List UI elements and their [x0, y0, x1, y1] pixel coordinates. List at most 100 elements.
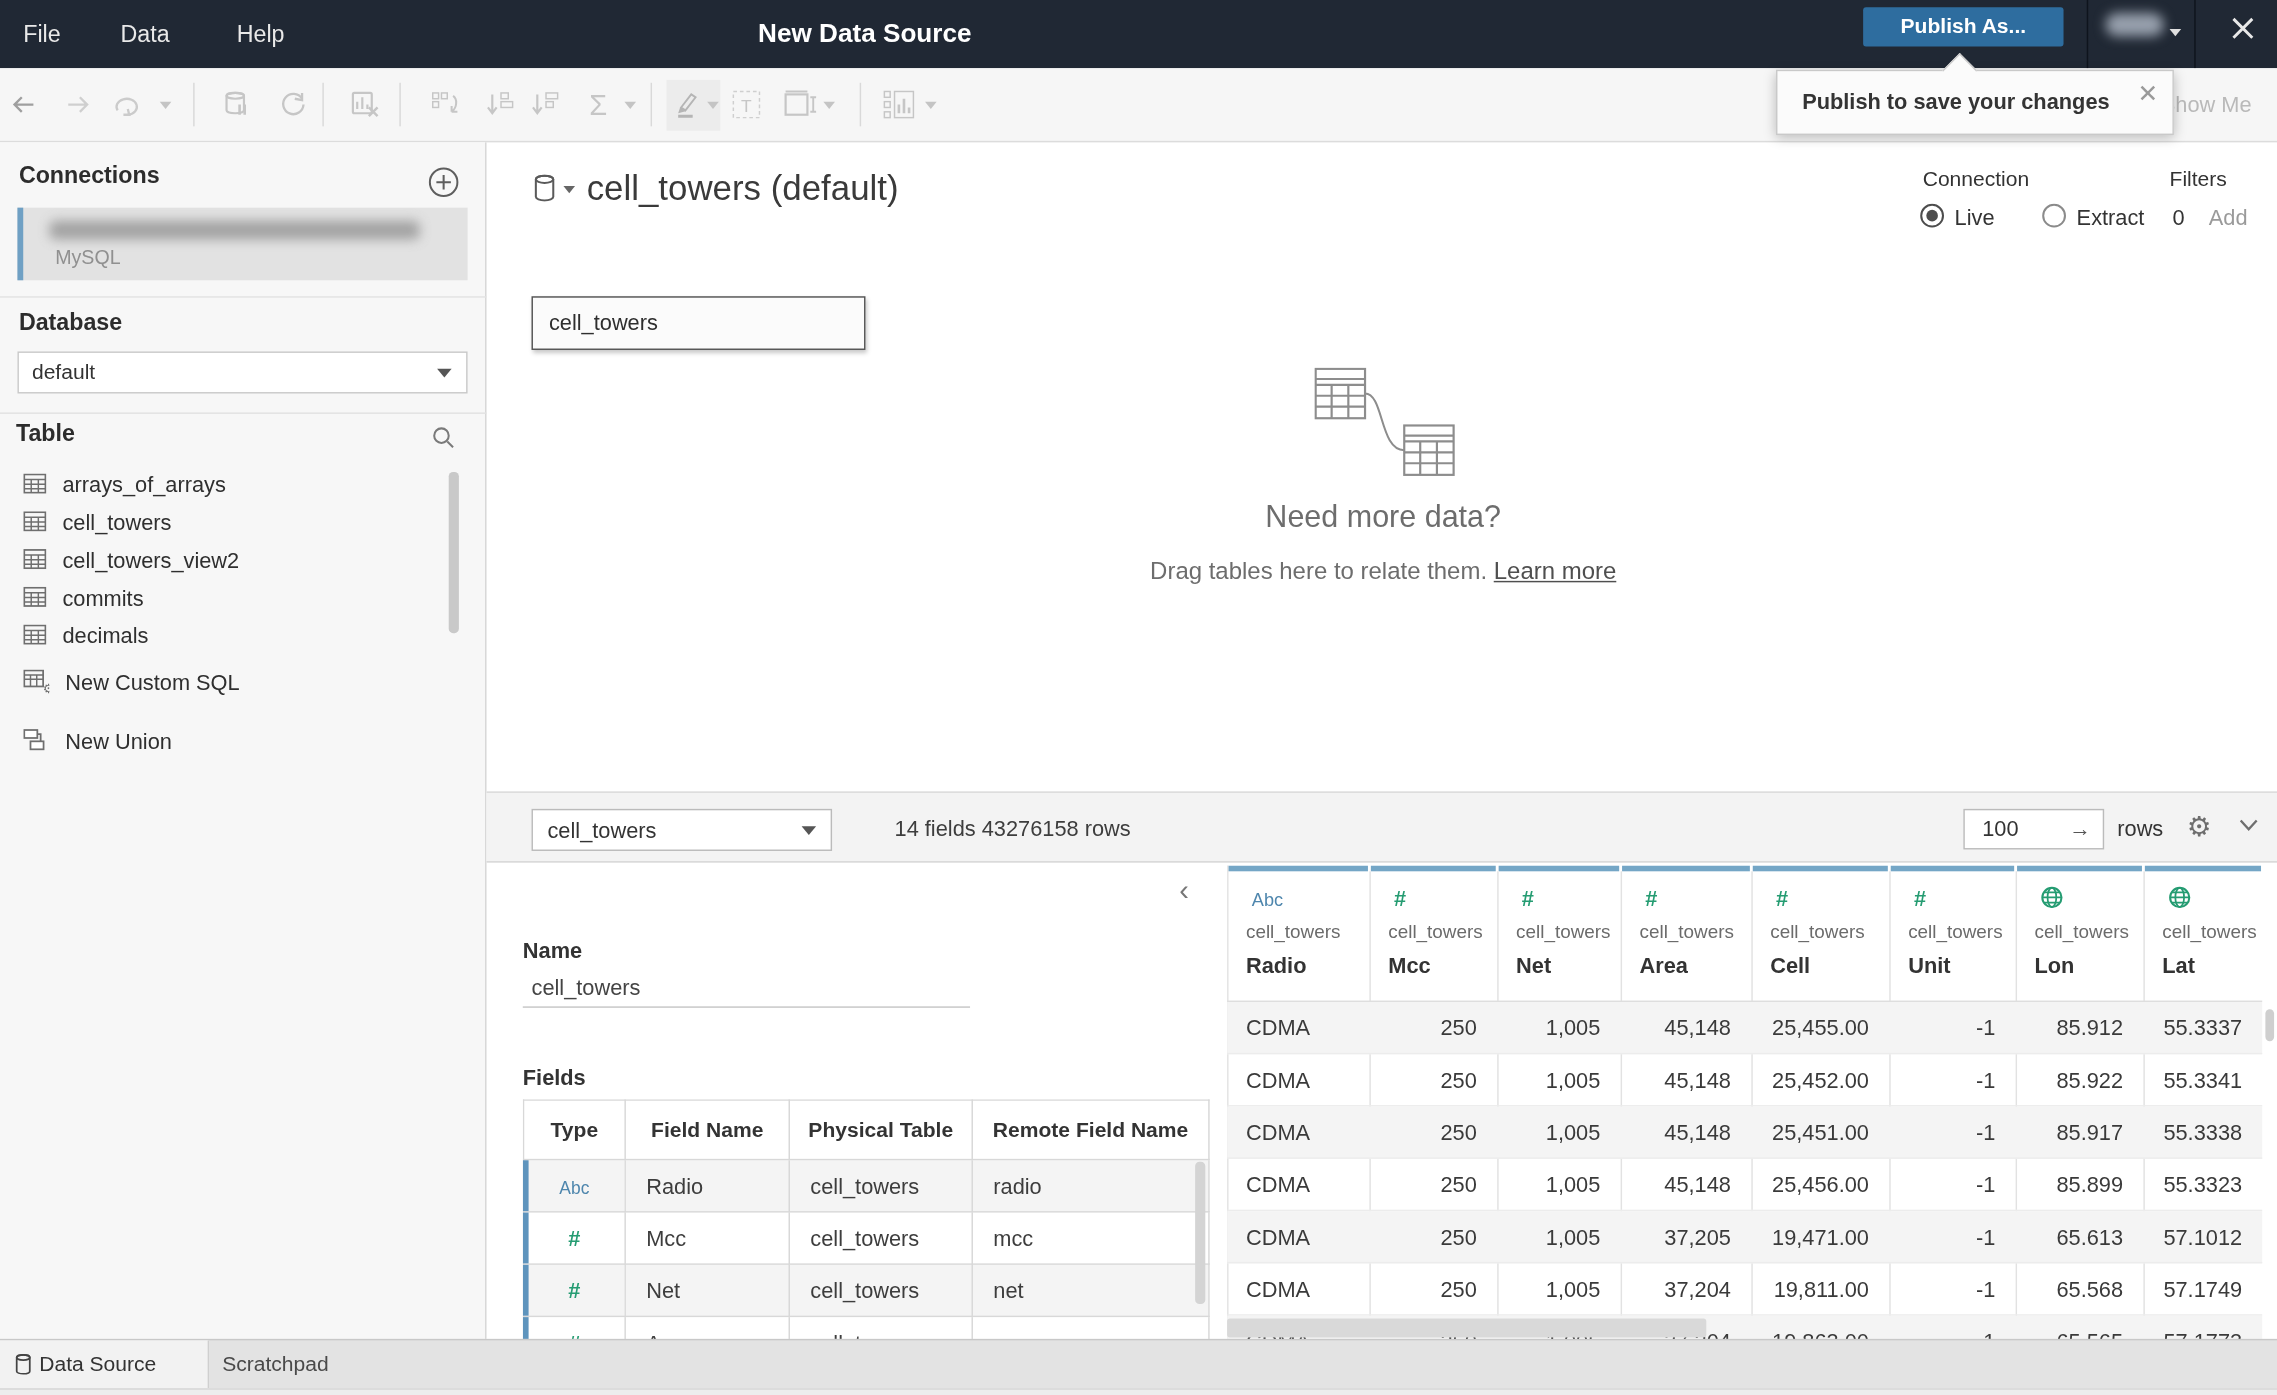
- highlight-caret-icon[interactable]: [706, 68, 721, 141]
- tab-data-source[interactable]: Data Source: [0, 1340, 209, 1388]
- table-label: decimals: [62, 622, 148, 647]
- live-label[interactable]: Live: [1955, 205, 1995, 230]
- sidebar-table-commits[interactable]: commits: [23, 578, 459, 616]
- svg-text:T: T: [741, 96, 752, 116]
- grid-vertical-scrollbar[interactable]: [2265, 1009, 2274, 1041]
- redo-icon[interactable]: [61, 68, 93, 141]
- grid-cell: 45,148: [1621, 1054, 1731, 1105]
- replay-icon[interactable]: [110, 68, 145, 141]
- live-radio[interactable]: [1920, 203, 1945, 228]
- datasource-title[interactable]: cell_towers (default): [587, 168, 899, 209]
- sidebar-action-new-custom-sql[interactable]: ⚙New Custom SQL: [23, 662, 459, 700]
- extract-radio[interactable]: [2042, 203, 2067, 228]
- totals-icon[interactable]: Σ: [584, 68, 613, 141]
- grid-horizontal-scrollbar[interactable]: [1227, 1319, 1706, 1338]
- user-account-menu[interactable]: [2106, 13, 2164, 36]
- toolbar-separator-5: [860, 83, 861, 127]
- text-label-icon[interactable]: T: [729, 68, 764, 141]
- grid-cell: 1,005: [1497, 1107, 1600, 1158]
- fields-row-Mcc[interactable]: # Mcc cell_towers mcc: [524, 1212, 1209, 1264]
- grid-cell: 1,005: [1497, 1002, 1600, 1053]
- tooltip-close-icon[interactable]: ✕: [2138, 78, 2159, 108]
- show-me-caret-icon[interactable]: [924, 68, 939, 141]
- column-type-icon-number[interactable]: #: [1645, 886, 1657, 912]
- empty-state-subtitle: Drag tables here to relate them. Learn m…: [886, 558, 1881, 586]
- connections-header: Connections: [19, 163, 160, 189]
- rows-input[interactable]: 100 →: [1963, 809, 2104, 850]
- database-select[interactable]: default: [17, 351, 467, 393]
- datasource-caret-icon[interactable]: [563, 186, 575, 193]
- menu-file[interactable]: File: [23, 0, 60, 68]
- window-title: New Data Source: [758, 0, 972, 68]
- rows-go-icon[interactable]: →: [2069, 810, 2091, 848]
- fields-row-Area[interactable]: # Area cell_towers area: [524, 1316, 1209, 1339]
- menu-help[interactable]: Help: [237, 0, 285, 68]
- column-type-icon-number[interactable]: #: [1914, 886, 1926, 912]
- replay-caret-icon[interactable]: [157, 68, 174, 141]
- title-bar: File Data Help New Data Source Publish A…: [0, 0, 2277, 68]
- learn-more-link[interactable]: Learn more: [1494, 558, 1617, 584]
- grid-cell: 85.917: [2016, 1107, 2123, 1158]
- menu-data[interactable]: Data: [121, 0, 170, 68]
- table-search-icon[interactable]: [431, 425, 456, 450]
- column-header-Unit[interactable]: Unit: [1908, 953, 1950, 978]
- column-header-Lat[interactable]: Lat: [2162, 953, 2195, 978]
- sidebar-table-arrays_of_arrays[interactable]: arrays_of_arrays: [23, 465, 459, 503]
- custom-sql-icon: ⚙: [23, 669, 49, 694]
- name-value[interactable]: cell_towers: [531, 974, 640, 999]
- fields-table-wrap: TypeField NamePhysical TableRemote Field…: [523, 1099, 1213, 1339]
- publish-as-button[interactable]: Publish As...: [1863, 7, 2063, 46]
- sidebar-table-decimals[interactable]: decimals: [23, 616, 459, 654]
- column-header-Area[interactable]: Area: [1639, 953, 1687, 978]
- sort-descending-icon[interactable]: [529, 68, 564, 141]
- collapse-panel-icon[interactable]: ‹: [1179, 874, 1189, 907]
- fields-scrollbar[interactable]: [1195, 1162, 1205, 1304]
- grid-cell: 37,204: [1621, 1263, 1731, 1314]
- column-type-icon-number[interactable]: #: [1776, 886, 1788, 912]
- undo-icon[interactable]: [9, 68, 41, 141]
- column-header-Cell[interactable]: Cell: [1770, 953, 1810, 978]
- grid-settings-gear-icon[interactable]: ⚙: [2187, 810, 2212, 843]
- datasource-db-icon[interactable]: [533, 174, 556, 202]
- show-me-label[interactable]: Show Me: [2161, 68, 2252, 141]
- column-type-icon-geo[interactable]: [2168, 886, 2191, 909]
- clear-sheet-icon[interactable]: [349, 68, 384, 141]
- refresh-icon[interactable]: [276, 68, 311, 141]
- sidebar-table-cell_towers[interactable]: cell_towers: [23, 502, 459, 540]
- preview-table-select[interactable]: cell_towers: [531, 809, 832, 851]
- swap-rows-columns-icon[interactable]: [428, 68, 463, 141]
- sort-ascending-icon[interactable]: [484, 68, 519, 141]
- filters-add-button[interactable]: Add: [2209, 205, 2248, 230]
- grid-options-chevron-icon[interactable]: [2238, 818, 2260, 833]
- add-connection-icon[interactable]: [428, 167, 458, 197]
- show-me-icon[interactable]: [880, 68, 918, 141]
- totals-caret-icon[interactable]: [622, 68, 639, 141]
- grid-cell: 1,005: [1497, 1263, 1600, 1314]
- column-header-Net[interactable]: Net: [1516, 953, 1551, 978]
- column-type-icon-geo[interactable]: [2040, 886, 2063, 909]
- sidebar-scrollbar[interactable]: [449, 472, 459, 633]
- column-header-Radio[interactable]: Radio: [1246, 953, 1307, 978]
- column-header-Mcc[interactable]: Mcc: [1388, 953, 1430, 978]
- sidebar-table-cell_towers_view2[interactable]: cell_towers_view2: [23, 540, 459, 578]
- tab-scratchpad[interactable]: Scratchpad: [222, 1352, 329, 1375]
- close-window-icon[interactable]: [2231, 16, 2256, 41]
- column-type-icon-number[interactable]: #: [1522, 886, 1534, 912]
- connection-item[interactable]: MySQL: [17, 208, 467, 281]
- highlight-icon[interactable]: [671, 68, 703, 141]
- extract-label[interactable]: Extract: [2077, 205, 2145, 230]
- fields-row-Net[interactable]: # Net cell_towers net: [524, 1264, 1209, 1316]
- column-type-icon-number[interactable]: #: [1394, 886, 1406, 912]
- column-header-Lon[interactable]: Lon: [2034, 953, 2074, 978]
- user-caret-icon[interactable]: [2170, 29, 2182, 36]
- fit-axes-icon[interactable]: [781, 68, 819, 141]
- pause-updates-icon[interactable]: [219, 68, 254, 141]
- sidebar-action-new-union[interactable]: New Union: [23, 722, 459, 760]
- fit-axes-caret-icon[interactable]: [822, 68, 837, 141]
- column-type-icon-string[interactable]: Abc: [1252, 886, 1283, 912]
- fields-row-Radio[interactable]: Abc Radio cell_towers radio: [524, 1160, 1209, 1212]
- grid-cell: -1: [1889, 1054, 1995, 1105]
- table-node-cell-towers[interactable]: cell_towers: [531, 296, 865, 350]
- fields-header: Physical Table: [789, 1100, 972, 1160]
- grid-cell: -1: [1889, 1002, 1995, 1053]
